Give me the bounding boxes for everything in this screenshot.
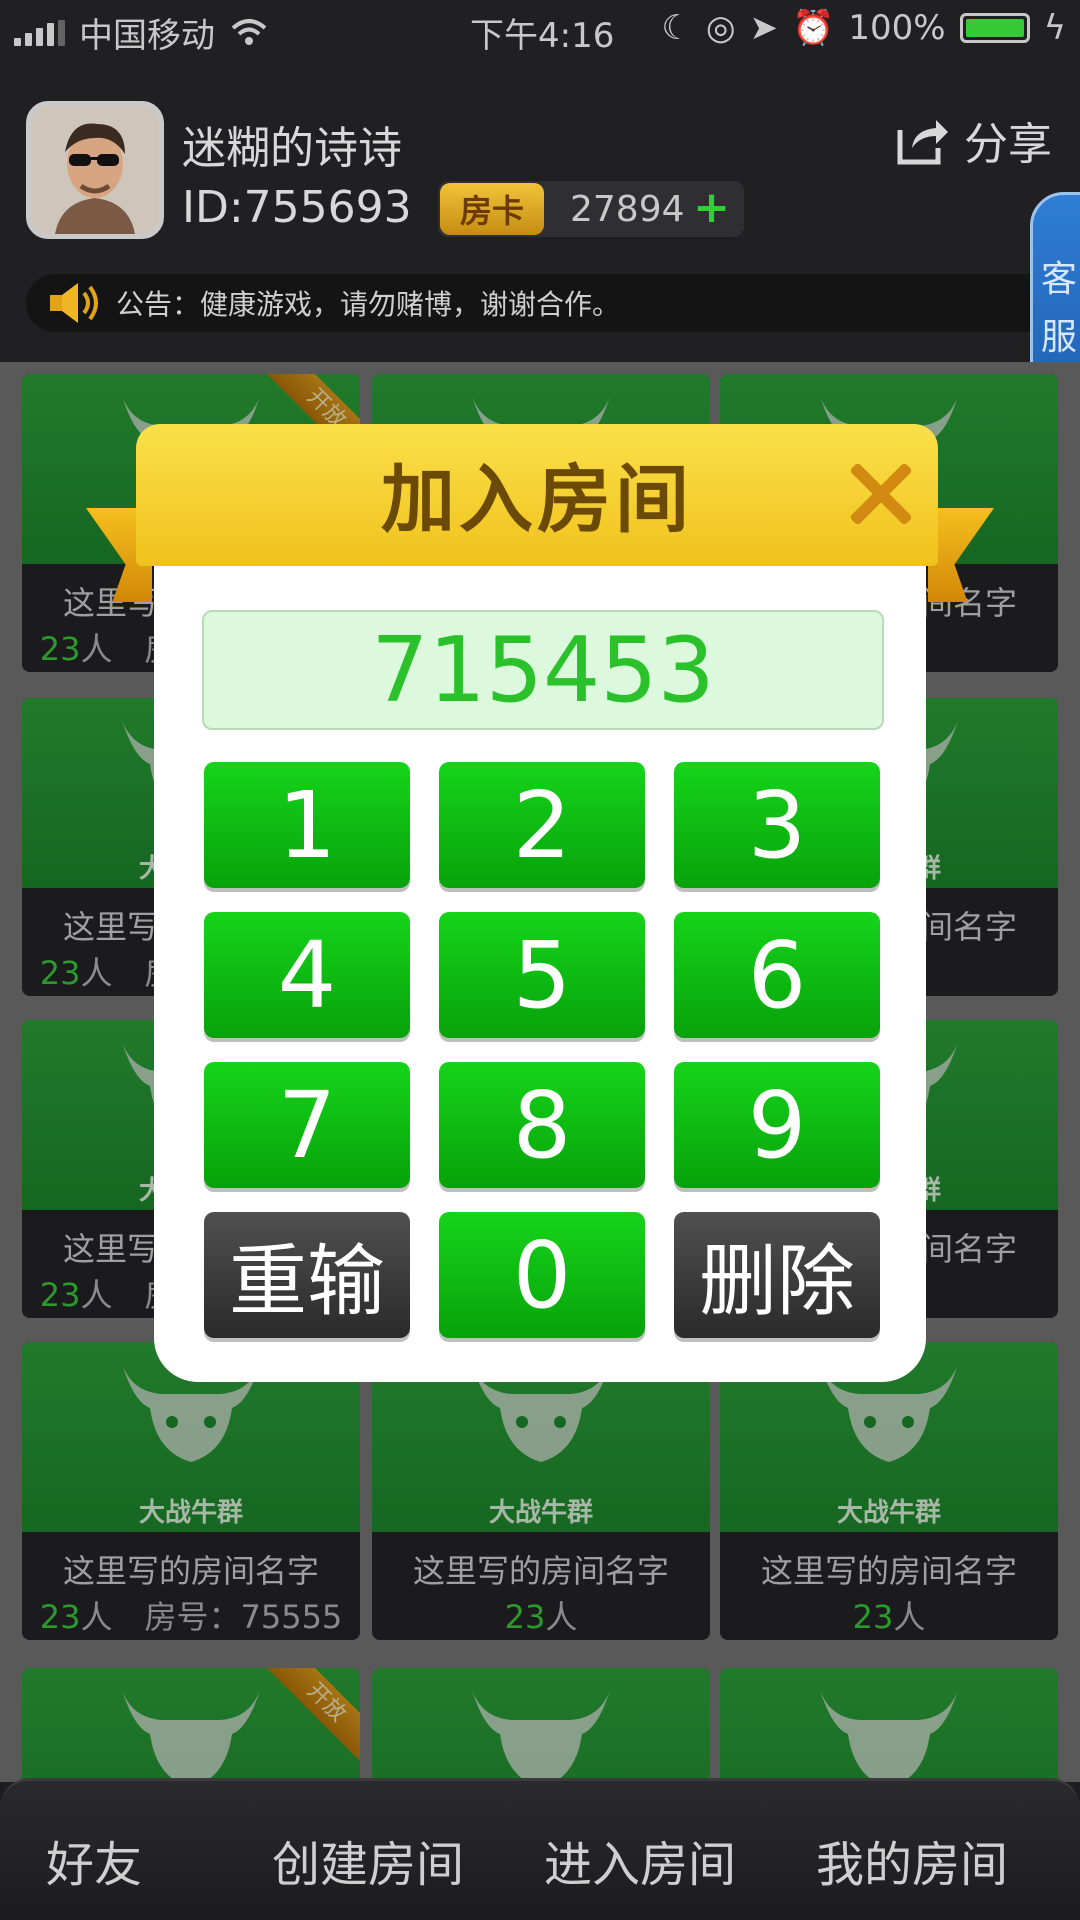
reset-button[interactable]: 重输 — [204, 1212, 410, 1338]
room-card-balance: 房卡 27894 + — [438, 181, 744, 237]
username: 迷糊的诗诗 — [182, 123, 402, 174]
room-card-badge: 房卡 — [440, 183, 544, 235]
speaker-icon — [50, 283, 98, 323]
kefu-char-1: 客 — [1041, 259, 1078, 300]
carrier-label: 中国移动 — [79, 16, 215, 56]
charging-icon: ϟ — [1043, 8, 1066, 48]
dialog-title: 加入房间 — [381, 457, 693, 543]
key-0[interactable]: 0 — [439, 1212, 645, 1338]
key-2[interactable]: 2 — [439, 762, 645, 888]
tab-enter-room[interactable]: 进入房间 — [544, 1825, 736, 1895]
key-1[interactable]: 1 — [204, 762, 410, 888]
key-6[interactable]: 6 — [674, 912, 880, 1038]
battery-icon — [959, 13, 1030, 43]
avatar[interactable] — [26, 101, 164, 239]
key-9[interactable]: 9 — [674, 1062, 880, 1188]
signal-icon — [14, 19, 65, 46]
status-time: 下午4:16 — [470, 16, 615, 56]
key-4[interactable]: 4 — [204, 912, 410, 1038]
bottom-tab-bar: 好友 创建房间 进入房间 我的房间 — [0, 1778, 1080, 1920]
user-id: ID:755693 — [182, 182, 412, 233]
battery-percent: 100% — [848, 8, 946, 48]
share-icon — [897, 120, 948, 165]
delete-button[interactable]: 删除 — [674, 1212, 880, 1338]
close-icon[interactable] — [846, 458, 916, 528]
location-icon: ➤ — [749, 8, 779, 48]
avatar-image — [31, 106, 159, 234]
key-7[interactable]: 7 — [204, 1062, 410, 1188]
key-3[interactable]: 3 — [674, 762, 880, 888]
key-5[interactable]: 5 — [439, 912, 645, 1038]
wifi-icon — [231, 18, 267, 45]
add-card-button[interactable]: + — [693, 186, 730, 230]
alarm-icon: ⏰ — [792, 8, 835, 48]
tab-my-rooms[interactable]: 我的房间 — [816, 1825, 1008, 1895]
notice-text: 公告：健康游戏，请勿赌博，谢谢合作。 — [116, 288, 621, 321]
key-8[interactable]: 8 — [439, 1062, 645, 1188]
notice-bar: 公告：健康游戏，请勿赌博，谢谢合作。 — [26, 274, 1066, 332]
kefu-char-2: 服 — [1041, 317, 1078, 358]
tab-create-room[interactable]: 创建房间 — [272, 1825, 464, 1895]
room-card-count: 27894 — [570, 188, 685, 230]
share-label: 分享 — [964, 119, 1052, 170]
moon-icon: ☾ — [661, 8, 692, 48]
tab-friends[interactable]: 好友 — [46, 1825, 142, 1895]
share-button[interactable]: 分享 — [896, 108, 1052, 172]
room-number-display: 715453 — [202, 610, 884, 730]
rotation-lock-icon: ◎ — [705, 8, 736, 48]
status-bar: 中国移动 下午4:16 ☾ ◎ ➤ ⏰ 100% ϟ — [0, 0, 1080, 56]
